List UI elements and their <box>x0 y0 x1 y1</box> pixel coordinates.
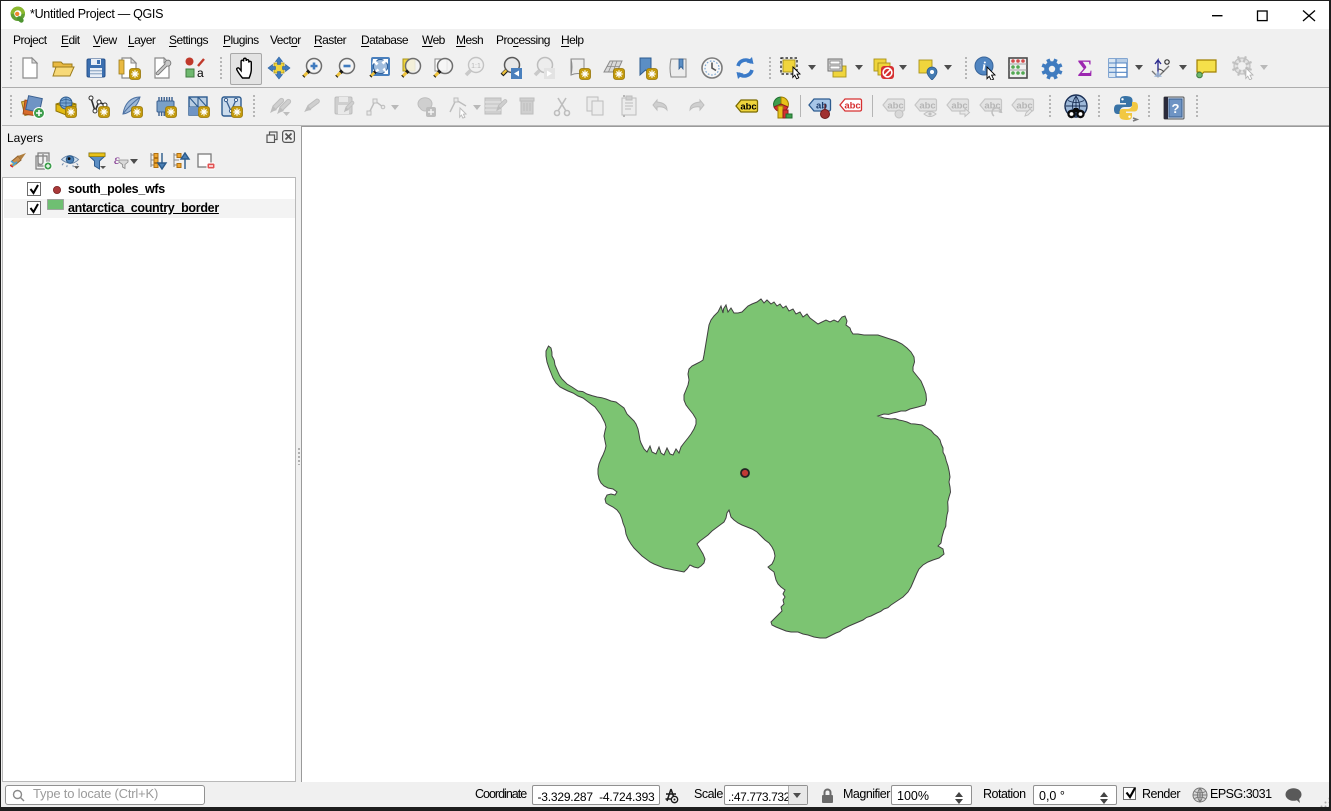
svg-text:abc: abc <box>844 101 860 112</box>
svg-text:Σ: Σ <box>1077 56 1092 80</box>
svg-text:1:1: 1:1 <box>471 63 481 70</box>
svg-text:abc: abc <box>919 101 935 112</box>
svg-text:abc: abc <box>887 101 903 112</box>
svg-text:i: i <box>982 59 986 74</box>
svg-text:a: a <box>197 66 204 80</box>
svg-text:?: ? <box>1172 101 1180 116</box>
svg-text:abc: abc <box>740 102 756 113</box>
